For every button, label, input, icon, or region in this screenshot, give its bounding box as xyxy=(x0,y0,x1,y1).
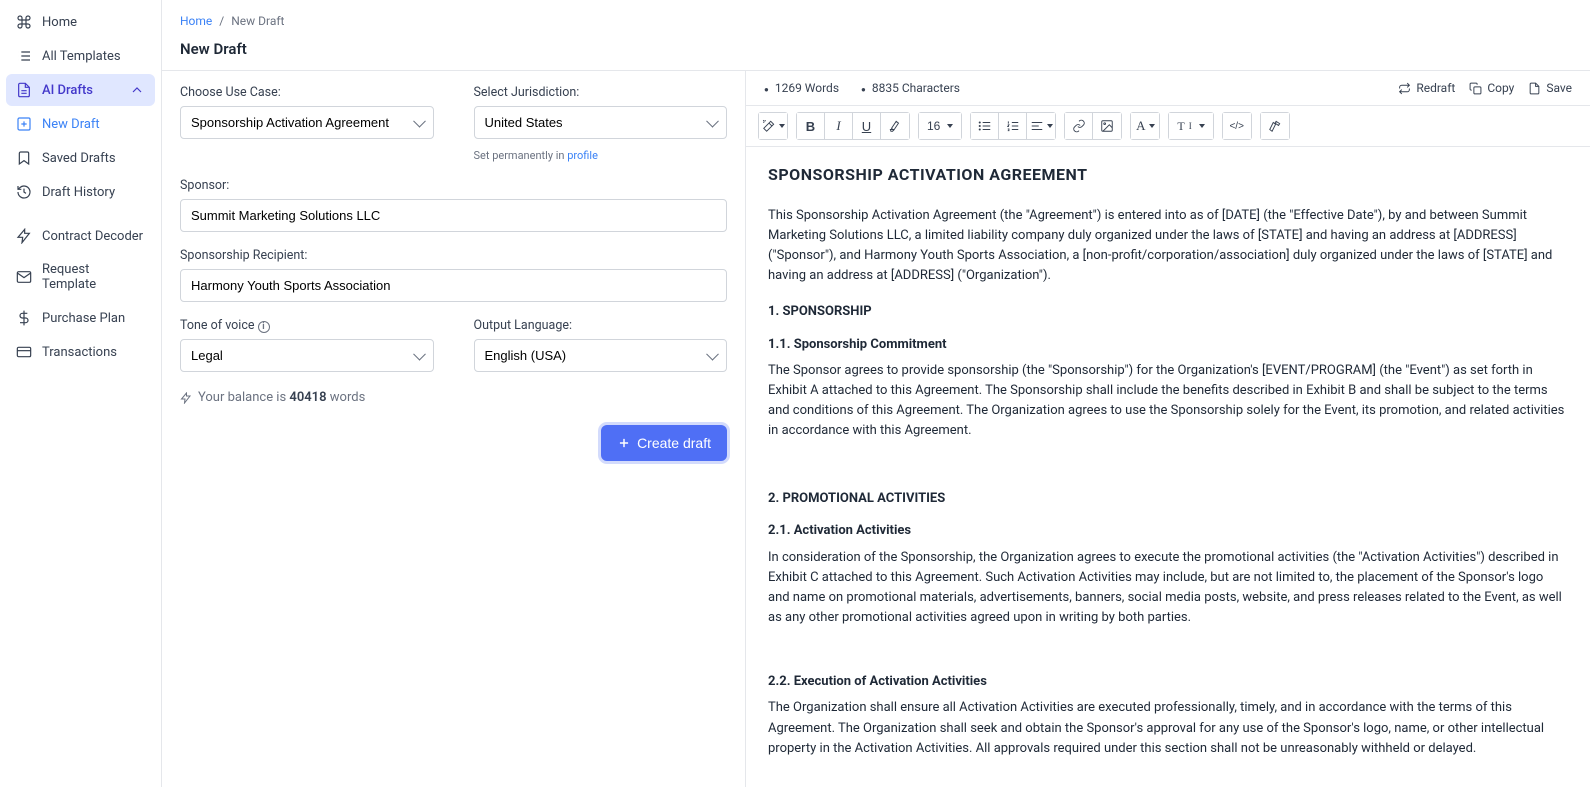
form-pane: Choose Use Case: Sponsorship Activation … xyxy=(162,71,746,787)
doc-paragraph: The Organization shall ensure all Activa… xyxy=(768,698,1568,758)
number-list-button[interactable] xyxy=(999,113,1027,139)
nav-label: New Draft xyxy=(42,117,100,132)
use-case-select[interactable]: Sponsorship Activation Agreement xyxy=(180,106,434,139)
nav-label: All Templates xyxy=(42,49,121,64)
lang-select[interactable]: English (USA) xyxy=(474,339,728,372)
jurisdiction-label: Select Jurisdiction: xyxy=(474,85,728,100)
nav-draft-history[interactable]: Draft History xyxy=(6,176,155,208)
history-icon xyxy=(16,184,32,200)
bullet-list-button[interactable] xyxy=(971,113,999,139)
sponsor-input[interactable] xyxy=(180,199,727,232)
info-icon: i xyxy=(258,321,270,333)
doc-paragraph: The Sponsor agrees to provide sponsorshi… xyxy=(768,361,1568,442)
doc-heading: 2. PROMOTIONAL ACTIVITIES xyxy=(768,489,1568,509)
nav-label: Saved Drafts xyxy=(42,151,116,166)
nav-label: Home xyxy=(42,15,77,30)
doc-paragraph: This Sponsorship Activation Agreement (t… xyxy=(768,206,1568,287)
nav-transactions[interactable]: Transactions xyxy=(6,336,155,368)
nav-ai-drafts[interactable]: AI Drafts xyxy=(6,74,155,106)
sidebar: Home All Templates AI Drafts New Draft S… xyxy=(0,0,162,787)
tone-select[interactable]: Legal xyxy=(180,339,434,372)
align-button[interactable] xyxy=(1027,113,1055,139)
highlight-button[interactable] xyxy=(881,113,909,139)
heading-button[interactable]: TI xyxy=(1169,113,1212,139)
nav-new-draft[interactable]: New Draft xyxy=(6,108,155,140)
nav-saved-drafts[interactable]: Saved Drafts xyxy=(6,142,155,174)
text-color-button[interactable]: A xyxy=(1131,113,1159,139)
bookmark-icon xyxy=(16,150,32,166)
editor-pane: 1269 Words 8835 Characters Redraft Copy … xyxy=(746,71,1590,787)
doc-heading: 1. SPONSORSHIP xyxy=(768,302,1568,322)
nav-label: Purchase Plan xyxy=(42,311,125,326)
nav-purchase-plan[interactable]: Purchase Plan xyxy=(6,302,155,334)
balance-text: Your balance is 40418 words xyxy=(180,390,727,405)
jurisdiction-select[interactable]: United States xyxy=(474,106,728,139)
code-button[interactable]: </> xyxy=(1223,113,1251,139)
doc-subheading: 2.1. Activation Activities xyxy=(768,521,1568,541)
recipient-label: Sponsorship Recipient: xyxy=(180,248,727,263)
nav-home[interactable]: Home xyxy=(6,6,155,38)
copy-button[interactable]: Copy xyxy=(1469,81,1514,95)
main: Home / New Draft New Draft Choose Use Ca… xyxy=(162,0,1590,787)
lang-label: Output Language: xyxy=(474,318,728,333)
nav-label: Transactions xyxy=(42,345,117,360)
word-count: 1269 Words xyxy=(764,81,839,95)
redraft-button[interactable]: Redraft xyxy=(1398,81,1455,95)
breadcrumb: Home / New Draft xyxy=(162,0,1590,36)
save-button[interactable]: Save xyxy=(1528,81,1572,95)
breadcrumb-home[interactable]: Home xyxy=(180,14,212,28)
card-icon xyxy=(16,344,32,360)
stats-bar: 1269 Words 8835 Characters Redraft Copy … xyxy=(746,71,1590,106)
underline-button[interactable]: U xyxy=(853,113,881,139)
plus-square-icon xyxy=(16,116,32,132)
doc-subheading: 2.2. Execution of Activation Activities xyxy=(768,672,1568,692)
bold-button[interactable]: B xyxy=(797,113,825,139)
create-draft-button[interactable]: Create draft xyxy=(601,425,727,461)
list-icon xyxy=(16,48,32,64)
magic-button[interactable] xyxy=(759,113,787,139)
profile-link[interactable]: profile xyxy=(567,149,598,162)
plus-icon xyxy=(617,436,631,450)
nav-label: Draft History xyxy=(42,185,115,200)
breadcrumb-sep: / xyxy=(219,14,224,28)
doc-title: SPONSORSHIP ACTIVATION AGREEMENT xyxy=(768,163,1568,188)
command-icon xyxy=(16,14,32,30)
link-button[interactable] xyxy=(1065,113,1093,139)
image-button[interactable] xyxy=(1093,113,1121,139)
nav-request-template[interactable]: Request Template xyxy=(6,254,155,300)
italic-button[interactable]: I xyxy=(825,113,853,139)
tone-label: Tone of voicei xyxy=(180,318,434,333)
bolt-icon xyxy=(180,392,192,404)
font-size-select[interactable]: 16 xyxy=(919,113,961,139)
nav-label: Request Template xyxy=(42,262,145,292)
nav-label: AI Drafts xyxy=(42,83,93,98)
sponsor-label: Sponsor: xyxy=(180,178,727,193)
nav-label: Contract Decoder xyxy=(42,229,143,244)
jurisdiction-hint: Set permanently in profile xyxy=(474,149,728,162)
mail-icon xyxy=(16,269,32,285)
document-icon xyxy=(16,82,32,98)
clear-format-button[interactable] xyxy=(1261,113,1289,139)
editor-toolbar: B I U 16 xyxy=(746,106,1590,147)
dollar-icon xyxy=(16,310,32,326)
use-case-label: Choose Use Case: xyxy=(180,85,434,100)
nav-all-templates[interactable]: All Templates xyxy=(6,40,155,72)
doc-subheading: 1.1. Sponsorship Commitment xyxy=(768,335,1568,355)
document-body[interactable]: SPONSORSHIP ACTIVATION AGREEMENT This Sp… xyxy=(746,147,1590,787)
bolt-icon xyxy=(16,228,32,244)
breadcrumb-current: New Draft xyxy=(231,14,284,28)
page-title: New Draft xyxy=(162,36,1590,70)
nav-contract-decoder[interactable]: Contract Decoder xyxy=(6,220,155,252)
char-count: 8835 Characters xyxy=(861,81,960,95)
chevron-up-icon xyxy=(129,82,145,98)
recipient-input[interactable] xyxy=(180,269,727,302)
doc-paragraph: In consideration of the Sponsorship, the… xyxy=(768,548,1568,629)
